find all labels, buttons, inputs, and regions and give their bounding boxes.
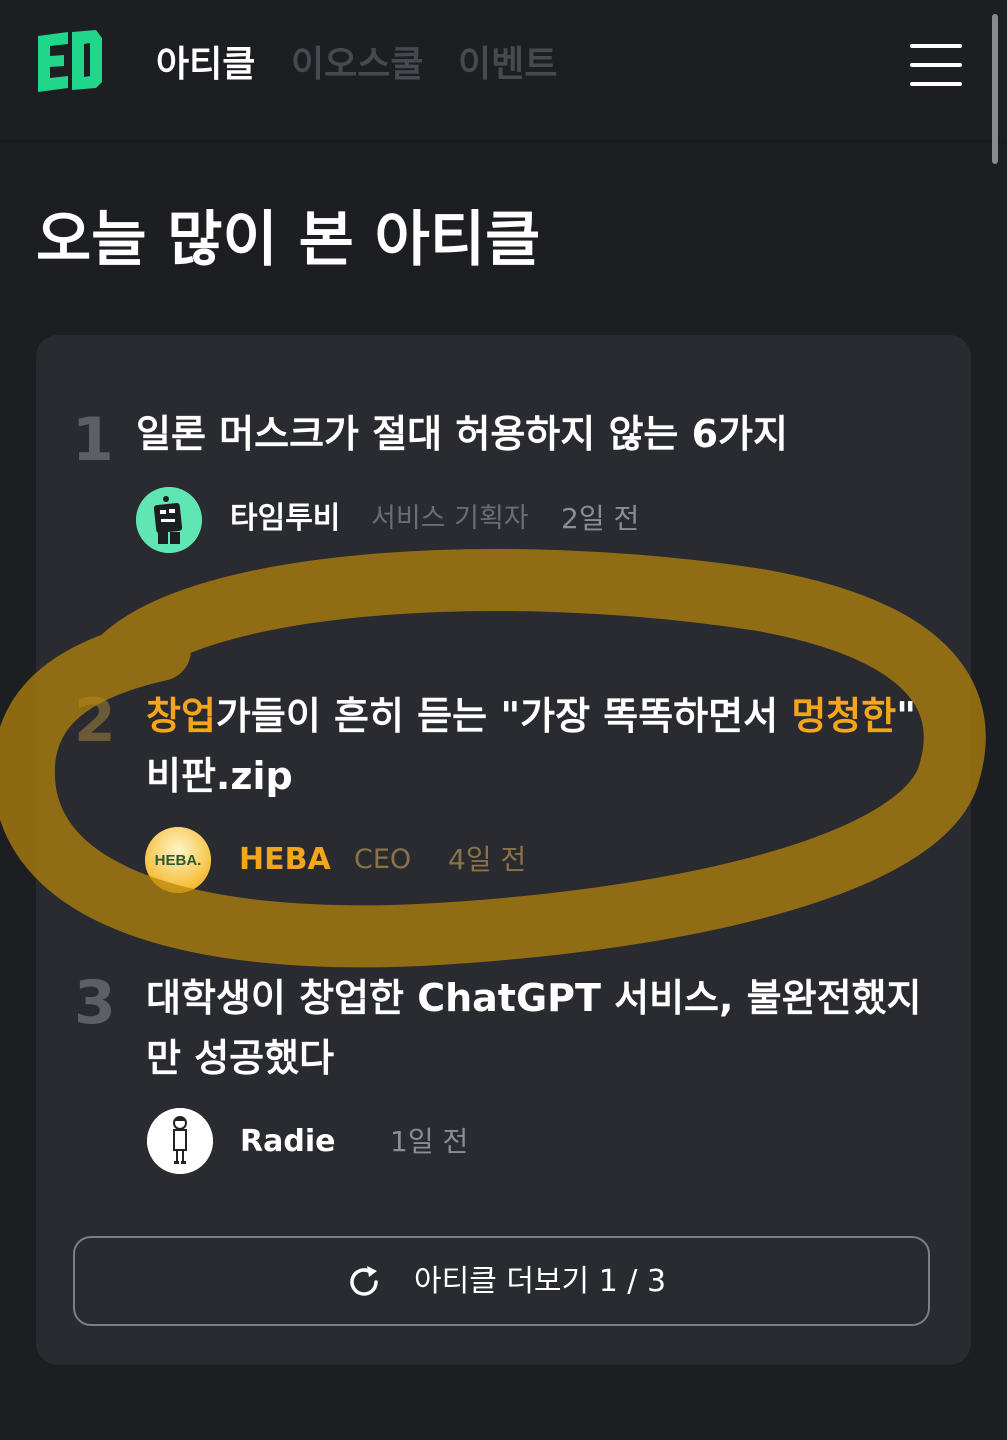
title-text: 비판.zip bbox=[146, 754, 293, 798]
author-name[interactable]: 타임투비 bbox=[230, 499, 340, 539]
title-text: 대학생이 bbox=[146, 976, 300, 1020]
header-divider bbox=[0, 140, 1007, 144]
tab-eo-school[interactable]: 이오스쿨 bbox=[291, 38, 423, 92]
article-rank: 1 bbox=[72, 405, 114, 475]
robot-avatar-icon bbox=[136, 487, 202, 553]
author-name[interactable]: Radie bbox=[240, 1122, 335, 1162]
article-rank: 2 bbox=[74, 686, 116, 756]
author-avatar[interactable] bbox=[136, 487, 202, 553]
author-avatar[interactable]: HEBA. bbox=[145, 827, 211, 893]
hamburger-menu-icon[interactable] bbox=[906, 40, 966, 90]
article-rank: 3 bbox=[74, 968, 116, 1038]
author-name[interactable]: HEBA bbox=[239, 840, 331, 880]
load-more-text: 아티클 더보기 bbox=[414, 1264, 590, 1299]
page-indicator: 1 / 3 bbox=[598, 1264, 667, 1299]
tab-article[interactable]: 아티클 bbox=[156, 38, 255, 92]
heba-logo-avatar: HEBA. bbox=[145, 827, 211, 893]
title-text: 가들이 흔히 듣는 "가장 똑똑하면서 bbox=[215, 694, 792, 738]
refresh-icon[interactable] bbox=[346, 1264, 382, 1300]
section-title: 오늘 많이 본 아티클 bbox=[36, 205, 541, 275]
top-nav-bar: 아티클 이오스쿨 이벤트 bbox=[0, 0, 1007, 140]
title-highlight: 창업 bbox=[146, 694, 216, 738]
load-more-label[interactable]: 아티클 더보기 1 / 3 bbox=[414, 1262, 666, 1302]
article-title[interactable]: 일론 머스크가 절대 허용하지 않는 6가지 bbox=[136, 404, 916, 464]
article-time: 2일 전 bbox=[561, 502, 640, 535]
author-role: CEO bbox=[354, 844, 412, 875]
title-text: ChatGPT 서비스, 불완전했지 bbox=[403, 976, 922, 1020]
author-role: 서비스 기획자 bbox=[371, 503, 529, 534]
page: 아티클 이오스쿨 이벤트 오늘 많이 본 아티클 1 일론 머스크가 절대 허용… bbox=[0, 0, 1007, 1440]
author-avatar[interactable] bbox=[147, 1108, 213, 1174]
title-text: 창업한 bbox=[299, 976, 404, 1020]
title-highlight: 멍청한 bbox=[791, 694, 897, 738]
tab-event[interactable]: 이벤트 bbox=[458, 38, 557, 92]
article-title[interactable]: 창업가들이 흔히 듣는 "가장 똑똑하면서 멍청한" 비판.zip bbox=[146, 686, 926, 806]
article-time: 4일 전 bbox=[448, 843, 527, 876]
title-text: " bbox=[896, 694, 917, 738]
title-text: 만 성공했다 bbox=[146, 1036, 335, 1080]
article-title[interactable]: 대학생이 창업한 ChatGPT 서비스, 불완전했지만 성공했다 bbox=[146, 968, 926, 1088]
person-avatar-icon bbox=[147, 1108, 213, 1174]
heba-avatar-text: HEBA. bbox=[155, 852, 202, 869]
scrollbar[interactable] bbox=[992, 14, 998, 164]
eo-logo-icon[interactable] bbox=[34, 30, 102, 92]
article-time: 1일 전 bbox=[390, 1125, 469, 1158]
